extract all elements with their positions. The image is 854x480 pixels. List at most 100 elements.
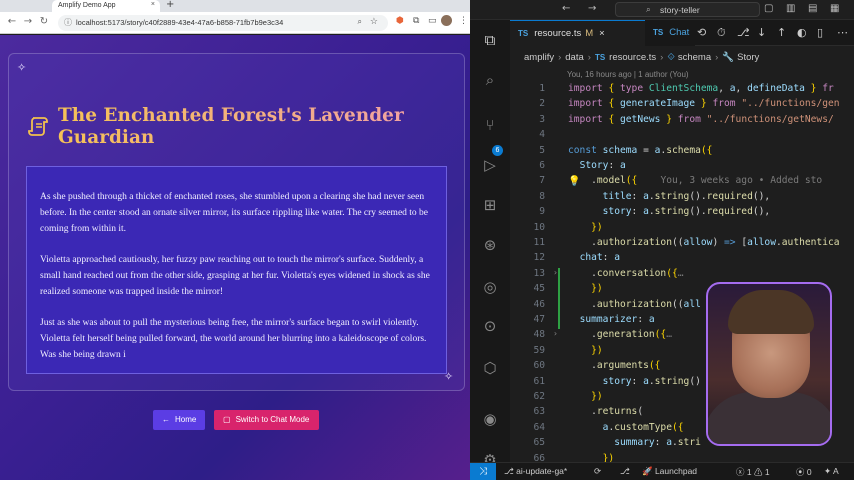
tab-chat[interactable]: TS Chat <box>645 20 695 46</box>
open-changes-icon[interactable]: ◐ <box>797 26 807 39</box>
customize-layout-icon[interactable]: ▦ <box>830 3 839 14</box>
line-number[interactable]: 59 <box>510 345 545 356</box>
breadcrumb-item[interactable]: data <box>565 52 584 63</box>
more-actions-icon[interactable]: ⋯ <box>837 26 848 39</box>
code-line[interactable]: 10 }) <box>510 222 854 237</box>
sidebar-icon[interactable]: ▭ <box>428 16 437 26</box>
breadcrumb-item[interactable]: schema <box>678 52 711 63</box>
line-number[interactable]: 47 <box>510 314 545 325</box>
git-change-marker[interactable] <box>558 267 560 299</box>
line-number[interactable]: 4 <box>510 129 545 140</box>
forward-arrow-icon[interactable]: → <box>588 3 596 14</box>
tab-resource-ts[interactable]: TS resource.ts M × <box>510 20 645 46</box>
extensions-puzzle-icon[interactable]: ⧉ <box>413 16 419 26</box>
code-line[interactable]: 13 › .conversation({… <box>510 268 854 283</box>
remote-explorer-icon[interactable]: ◎ <box>480 277 500 297</box>
extension-icon[interactable]: ⬢ <box>396 16 404 26</box>
code-line[interactable]: 4 <box>510 129 854 144</box>
compare-icon[interactable]: ⟲ <box>697 26 706 39</box>
line-number[interactable]: 60 <box>510 360 545 371</box>
code-line[interactable]: 2 import { generateImage } from "../funct… <box>510 98 854 113</box>
ai-status[interactable]: ✦ A <box>824 466 839 477</box>
ports-status[interactable]: ⦿ 0 <box>796 466 812 478</box>
remote-indicator[interactable]: ⤨ <box>470 463 496 480</box>
address-bar[interactable]: ⓘ localhost:5173/story/c40f2889-43e4-47a… <box>58 15 388 31</box>
tab-close-icon[interactable]: × <box>151 1 155 8</box>
line-number[interactable]: 63 <box>510 406 545 417</box>
problems-status[interactable]: ⓧ 1 ⚠ 1 <box>736 466 770 478</box>
code-line[interactable]: 9 story: a.string().required(), <box>510 206 854 221</box>
git-icon[interactable]: ⎇ <box>737 26 750 39</box>
breadcrumb-item[interactable]: Story <box>737 52 759 63</box>
line-number[interactable]: 62 <box>510 391 545 402</box>
line-number[interactable]: 7 <box>510 175 545 186</box>
sync-icon[interactable]: ⟳ <box>594 466 601 477</box>
line-number[interactable]: 2 <box>510 98 545 109</box>
zoom-icon[interactable]: ⌕ <box>358 17 362 27</box>
lightbulb-icon[interactable]: 💡 <box>568 176 580 187</box>
split-editor-icon[interactable]: ▯ <box>817 26 823 39</box>
breadcrumb-item[interactable]: resource.ts <box>609 52 656 63</box>
browser-tab[interactable]: Amplify Demo App × <box>52 0 160 12</box>
launchpad-status[interactable]: 🚀 Launchpad <box>642 466 697 477</box>
git-icon[interactable]: ⎇ <box>620 466 630 477</box>
line-number[interactable]: 48 <box>510 329 545 340</box>
layout-bottom-icon[interactable]: ▤ <box>808 3 817 14</box>
back-icon[interactable]: ← <box>6 16 18 27</box>
new-tab-button[interactable]: + <box>166 0 174 10</box>
site-info-icon[interactable]: ⓘ <box>64 17 72 28</box>
line-number[interactable]: 8 <box>510 191 545 202</box>
code-line[interactable]: 12 chat: a <box>510 252 854 267</box>
timeline-icon[interactable]: ⏱ <box>717 26 726 40</box>
line-number[interactable]: 6 <box>510 160 545 171</box>
git-change-marker[interactable] <box>558 298 560 330</box>
code-line[interactable]: 11 .authorization((allow) => [allow.auth… <box>510 237 854 252</box>
code-line[interactable]: 8 title: a.string().required(), <box>510 191 854 206</box>
next-change-icon[interactable]: ↓ <box>757 26 766 39</box>
forward-icon[interactable]: → <box>22 16 34 27</box>
line-number[interactable]: 64 <box>510 422 545 433</box>
code-line[interactable]: 1 import { type ClientSchema, a, defineDa… <box>510 83 854 98</box>
layout-sidebar-icon[interactable]: ▥ <box>786 3 795 14</box>
layout-panel-icon[interactable]: ▢ <box>764 3 773 14</box>
testing-icon[interactable]: ⊙ <box>480 316 500 336</box>
command-center-search[interactable]: ⌕ story-teller <box>615 2 760 17</box>
prev-change-icon[interactable]: ↑ <box>777 26 786 39</box>
reload-icon[interactable]: ↻ <box>38 16 50 27</box>
line-number[interactable]: 12 <box>510 252 545 263</box>
extensions-icon[interactable]: ⊞ <box>480 195 500 215</box>
source-control-icon[interactable]: ⑂ <box>480 115 500 135</box>
line-number[interactable]: 46 <box>510 299 545 310</box>
account-icon[interactable]: ◉ <box>480 409 500 429</box>
line-number[interactable]: 10 <box>510 222 545 233</box>
line-number[interactable]: 61 <box>510 376 545 387</box>
line-number[interactable]: 45 <box>510 283 545 294</box>
profile-avatar[interactable] <box>441 15 452 26</box>
menu-dots-icon[interactable]: ⋮ <box>459 16 468 26</box>
home-button[interactable]: ← Home <box>153 410 205 430</box>
explorer-icon[interactable]: ⧉ <box>480 30 500 50</box>
code-line[interactable]: 7 .model({ You, 3 weeks ago • Added sto <box>510 175 854 190</box>
line-number[interactable]: 5 <box>510 145 545 156</box>
line-number[interactable]: 1 <box>510 83 545 94</box>
run-debug-icon[interactable]: ▷ <box>480 155 500 175</box>
copilot-icon[interactable]: ⬡ <box>480 358 500 378</box>
search-icon[interactable]: ⌕ <box>480 70 500 90</box>
breadcrumb-item[interactable]: amplify <box>524 52 554 63</box>
story-content[interactable]: As she pushed through a thicket of encha… <box>26 166 447 374</box>
bookmark-star-icon[interactable]: ☆ <box>370 16 378 27</box>
line-number[interactable]: 65 <box>510 437 545 448</box>
line-number[interactable]: 3 <box>510 114 545 125</box>
code-line[interactable]: 3 import { getNews } from "../functions/g… <box>510 114 854 129</box>
code-line[interactable]: 6 Story: a <box>510 160 854 175</box>
line-number[interactable]: 9 <box>510 206 545 217</box>
git-graph-icon[interactable]: ⊛ <box>480 235 500 255</box>
code-line[interactable]: 5 const schema = a.schema({ <box>510 145 854 160</box>
line-number[interactable]: 13 <box>510 268 545 279</box>
branch-status[interactable]: ⎇ ai-update-ga* <box>504 466 567 477</box>
switch-to-chat-button[interactable]: ▢ Switch to Chat Mode <box>214 410 319 430</box>
tab-close-icon[interactable]: × <box>599 28 605 39</box>
line-number[interactable]: 11 <box>510 237 545 248</box>
fold-chevron-icon[interactable]: › <box>553 329 558 338</box>
back-arrow-icon[interactable]: ← <box>562 3 570 14</box>
